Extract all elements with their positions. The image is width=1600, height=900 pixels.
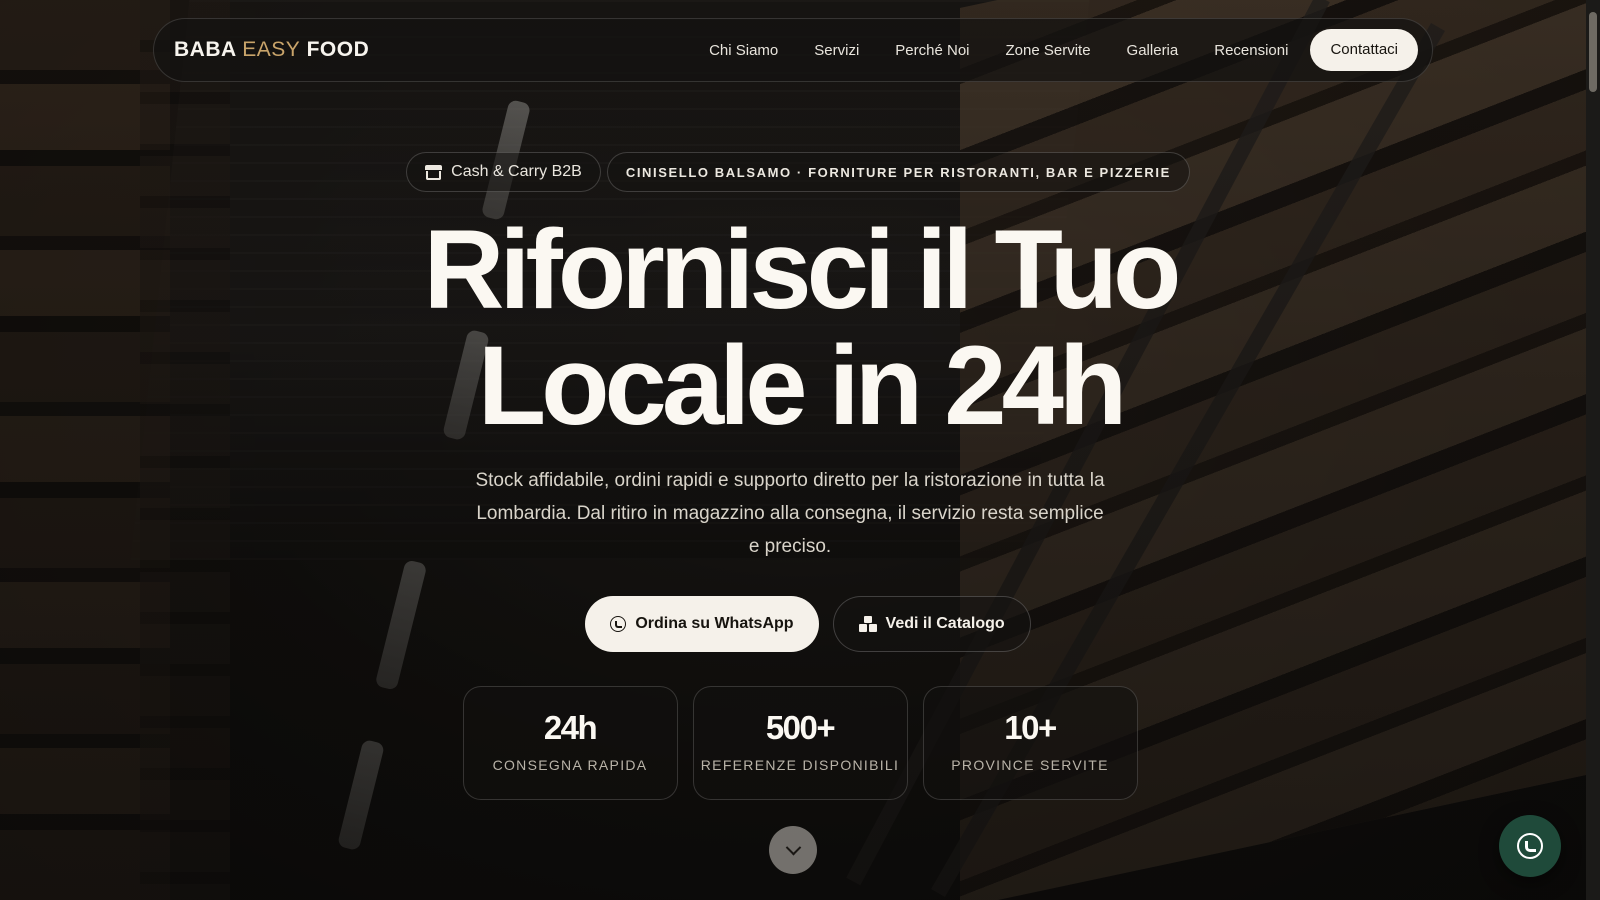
hero-badges: Cash & Carry B2B CINISELLO BALSAMO · FOR…: [0, 152, 1600, 192]
stat-value: 24h: [543, 709, 598, 746]
page-scrollbar[interactable]: [1586, 0, 1600, 900]
badge-location-label: CINISELLO BALSAMO · FORNITURE PER RISTOR…: [625, 164, 1171, 180]
hero-lead-text: Stock affidabile, ordini rapidi e suppor…: [475, 470, 1105, 557]
catalog-label: Vedi il Catalogo: [885, 615, 1005, 632]
logo-word-2: EASY: [242, 38, 301, 61]
stat-value: 500+: [765, 709, 836, 746]
whatsapp-order-button[interactable]: Ordina su WhatsApp: [585, 596, 819, 652]
stat-label: REFERENZE DISPONIBILI: [700, 757, 900, 773]
badge-location: CINISELLO BALSAMO · FORNITURE PER RISTOR…: [606, 152, 1190, 192]
whatsapp-order-label: Ordina su WhatsApp: [635, 615, 794, 632]
whatsapp-icon: [1517, 833, 1543, 859]
contact-button[interactable]: Contattaci: [1310, 29, 1418, 71]
logo-word-1: BABA: [174, 38, 236, 61]
catalog-button[interactable]: Vedi il Catalogo: [832, 596, 1031, 652]
headline-line-2: Locale in 24h: [477, 323, 1128, 448]
nav-link-perche-noi[interactable]: Perché Noi: [877, 42, 987, 59]
main-navbar: BABA EASY FOOD Chi Siamo Servizi Perché …: [153, 18, 1433, 82]
nav-link-servizi[interactable]: Servizi: [796, 42, 877, 59]
store-icon: [425, 164, 443, 180]
scroll-down-button[interactable]: [769, 826, 817, 874]
hero-stats: 24h CONSEGNA RAPIDA 500+ REFERENZE DISPO…: [0, 686, 1600, 800]
headline-line-1: Rifornisci il Tuo: [423, 207, 1182, 332]
logo-word-3: FOOD: [306, 38, 370, 61]
brand-logo[interactable]: BABA EASY FOOD: [174, 38, 369, 62]
stat-card: 10+ PROVINCE SERVITE: [922, 686, 1138, 800]
hero-headline: Rifornisci il Tuo Locale in 24h: [0, 212, 1600, 444]
stat-label: CONSEGNA RAPIDA: [492, 757, 648, 773]
nav-link-galleria[interactable]: Galleria: [1109, 42, 1197, 59]
stat-card: 500+ REFERENZE DISPONIBILI: [692, 686, 908, 800]
hero-cta-group: Ordina su WhatsApp Vedi il Catalogo: [0, 596, 1600, 652]
boxes-icon: [858, 616, 877, 632]
stat-label: PROVINCE SERVITE: [951, 757, 1109, 773]
badge-cash-carry: Cash & Carry B2B: [406, 152, 601, 192]
stat-value: 10+: [1004, 709, 1057, 746]
whatsapp-icon: [610, 616, 627, 632]
whatsapp-floating-button[interactable]: [1499, 815, 1561, 877]
nav-link-recensioni[interactable]: Recensioni: [1196, 42, 1306, 59]
badge-cash-carry-label: Cash & Carry B2B: [451, 163, 582, 180]
nav-links: Chi Siamo Servizi Perché Noi Zone Servit…: [691, 29, 1418, 71]
stat-card: 24h CONSEGNA RAPIDA: [462, 686, 678, 800]
nav-link-chi-siamo[interactable]: Chi Siamo: [691, 42, 796, 59]
scrollbar-thumb[interactable]: [1589, 12, 1597, 92]
nav-link-zone-servite[interactable]: Zone Servite: [988, 42, 1109, 59]
chevron-down-icon: [785, 839, 801, 855]
